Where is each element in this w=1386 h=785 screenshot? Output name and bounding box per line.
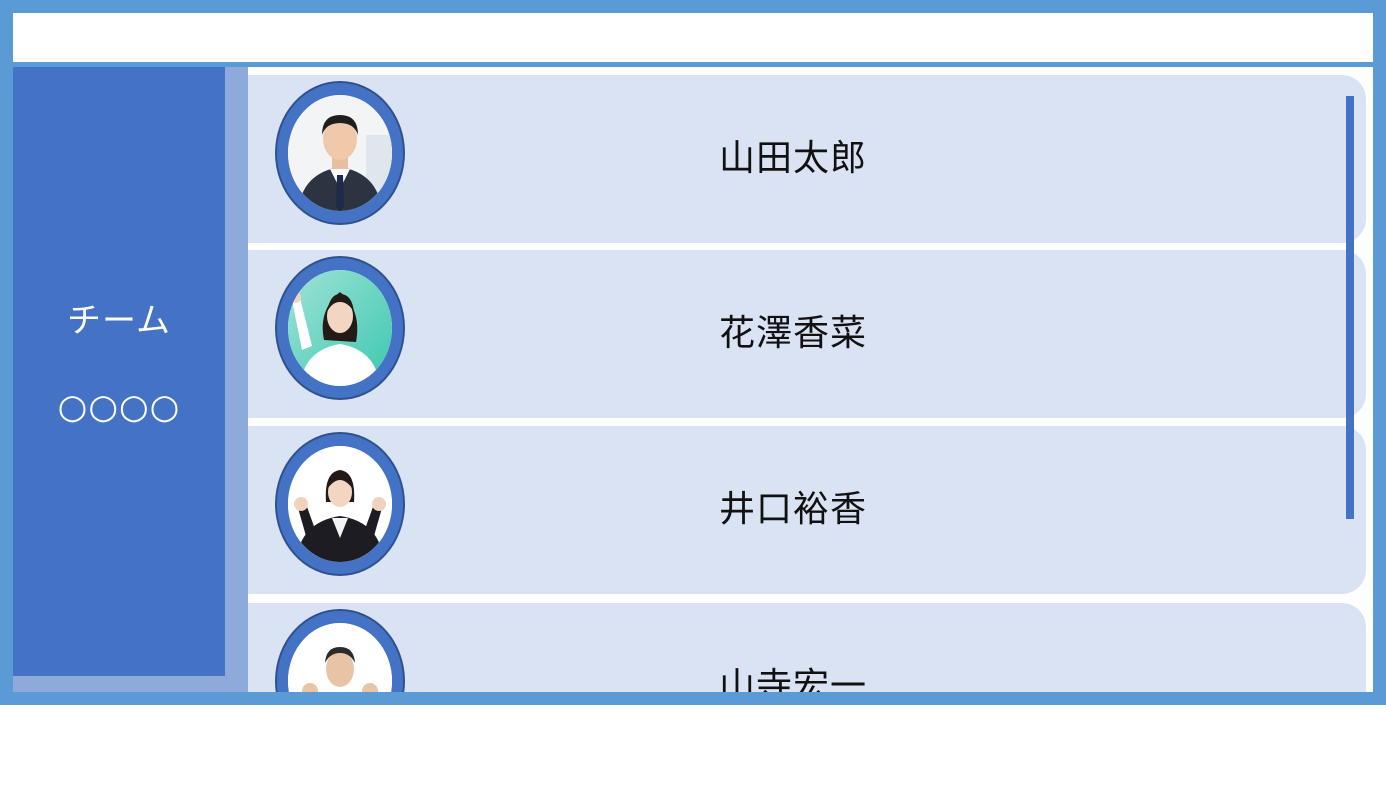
member-name: 井口裕香: [718, 489, 867, 530]
member-name: 山寺宏一: [718, 666, 867, 692]
avatar[interactable]: [275, 609, 405, 692]
businesswoman-cheering-photo-icon: [288, 270, 392, 386]
businesswoman-fist-pump-photo-icon: [288, 446, 392, 562]
avatar[interactable]: [275, 256, 405, 400]
member-card[interactable]: 山田太郎: [248, 75, 1366, 243]
member-name: 山田太郎: [718, 138, 867, 179]
list-scrollbar[interactable]: [1346, 96, 1354, 519]
avatar[interactable]: [275, 81, 405, 225]
member-card[interactable]: 山寺宏一: [248, 603, 1366, 692]
team-sidebar: チーム ○○○○: [13, 67, 225, 676]
header-bar: [13, 13, 1373, 62]
member-name: 花澤香菜: [718, 313, 867, 354]
avatar[interactable]: [275, 432, 405, 576]
main-content: チーム ○○○○ 山田太郎 花澤香菜 井口裕香 山寺宏一: [13, 67, 1373, 692]
team-name: ○○○○: [57, 387, 181, 427]
member-list[interactable]: 山田太郎 花澤香菜 井口裕香 山寺宏一: [248, 67, 1373, 692]
member-card[interactable]: 井口裕香: [248, 426, 1366, 594]
businessman-photo-icon: [288, 95, 392, 211]
app-frame: チーム ○○○○ 山田太郎 花澤香菜 井口裕香 山寺宏一: [0, 0, 1386, 705]
businessman-fist-pump-photo-icon: [288, 623, 392, 692]
member-card[interactable]: 花澤香菜: [248, 250, 1366, 418]
team-label: チーム: [67, 301, 171, 341]
